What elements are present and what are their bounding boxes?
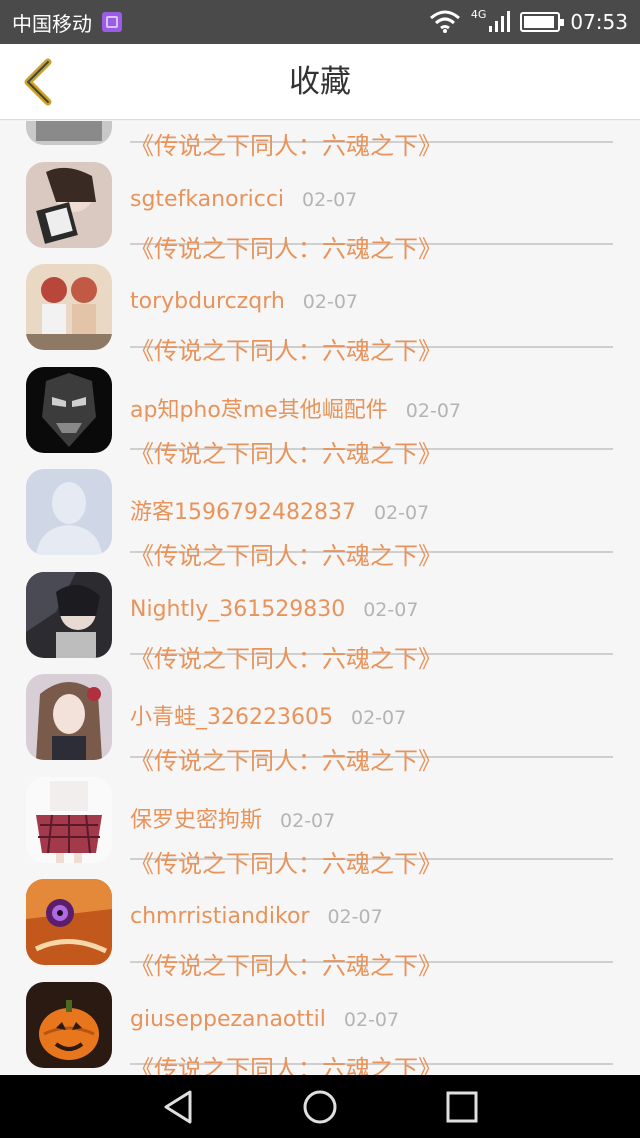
list-item[interactable]: torybdurczqrh 02-07 《传说之下同人：六魂之下》 <box>0 245 640 365</box>
avatar[interactable] <box>26 981 112 1068</box>
item-date: 02-07 <box>302 188 358 211</box>
avatar[interactable] <box>26 469 112 555</box>
user-name: 小青蛙_326223605 <box>130 705 333 730</box>
list-item[interactable]: 保罗史密拘斯 02-07 《传说之下同人：六魂之下》 <box>0 758 640 878</box>
avatar-image <box>26 981 112 1068</box>
avatar[interactable] <box>26 776 112 863</box>
circle-home-icon[interactable] <box>301 1088 339 1126</box>
user-name: Nightly_361529830 <box>130 596 346 622</box>
avatar-image <box>26 469 112 555</box>
user-name: torybdurczqrh <box>130 289 285 314</box>
avatar-image <box>26 161 112 248</box>
sim-icon <box>102 12 122 32</box>
square-recents-icon[interactable] <box>443 1088 481 1126</box>
favorites-list[interactable]: 《传说之下同人：六魂之下》 sgtefkanoricci 02-07 《传说之下… <box>0 121 640 1075</box>
item-date: 02-07 <box>280 809 336 832</box>
list-item[interactable]: chmrristiandikor 02-07 《传说之下同人：六魂之下》 <box>0 860 640 980</box>
triangle-back-icon[interactable] <box>160 1088 198 1126</box>
list-item[interactable]: sgtefkanoricci 02-07 《传说之下同人：六魂之下》 <box>0 143 640 263</box>
clock-label: 07:53 <box>570 10 628 34</box>
avatar[interactable] <box>26 161 112 248</box>
item-date: 02-07 <box>343 1008 400 1031</box>
battery-icon <box>520 12 565 32</box>
avatar-image <box>26 879 112 965</box>
item-date: 02-07 <box>405 399 461 422</box>
list-item[interactable]: Nightly_361529830 02-07 《传说之下同人：六魂之下》 <box>0 553 640 673</box>
list-item[interactable]: 小青蛙_326223605 02-07 《传说之下同人：六魂之下》 <box>0 655 640 775</box>
list-item[interactable]: 《传说之下同人：六魂之下》 <box>0 121 640 160</box>
avatar-image <box>26 776 112 863</box>
user-name: giuseppezanaottil <box>130 1006 326 1032</box>
avatar-image <box>26 366 112 453</box>
avatar-image <box>26 674 112 760</box>
item-date: 02-07 <box>350 707 407 729</box>
list-item[interactable]: 游客1596792482837 02-07 《传说之下同人：六魂之下》 <box>0 450 640 570</box>
nav-bar: 收藏 <box>0 44 640 120</box>
user-name: chmrristiandikor <box>130 904 310 929</box>
list-item[interactable]: ap知pho荩me其他崛配件 02-07 《传说之下同人：六魂之下》 <box>0 348 640 468</box>
book-title-link[interactable]: 《传说之下同人：六魂之下》 <box>130 1049 442 1076</box>
avatar[interactable] <box>26 121 112 145</box>
user-name: 保罗史密拘斯 <box>130 807 263 833</box>
network-type-label: 4G <box>470 7 487 21</box>
avatar-image <box>26 121 112 145</box>
page-title: 收藏 <box>289 64 351 100</box>
avatar[interactable] <box>26 674 112 760</box>
item-date: 02-07 <box>302 291 359 313</box>
user-name: sgtefkanoricci <box>130 186 285 212</box>
list-item[interactable]: giuseppezanaottil 02-07 《传说之下同人：六魂之下》 <box>0 963 640 1075</box>
item-date: 02-07 <box>373 502 430 524</box>
avatar[interactable] <box>26 571 112 658</box>
system-nav-bar <box>0 1075 640 1138</box>
wifi-icon <box>429 10 460 33</box>
signal-icon <box>489 11 511 32</box>
item-date: 02-07 <box>363 598 419 621</box>
avatar-image <box>26 264 112 350</box>
avatar[interactable] <box>26 366 112 453</box>
item-date: 02-07 <box>327 906 383 928</box>
user-name: ap知pho荩me其他崛配件 <box>130 397 388 423</box>
avatar[interactable] <box>26 879 112 965</box>
status-bar: 中国移动 4G 07:53 <box>0 0 640 44</box>
avatar[interactable] <box>26 264 112 350</box>
user-name: 游客1596792482837 <box>130 500 356 525</box>
avatar-image <box>26 571 112 658</box>
carrier-label: 中国移动 <box>12 11 92 36</box>
